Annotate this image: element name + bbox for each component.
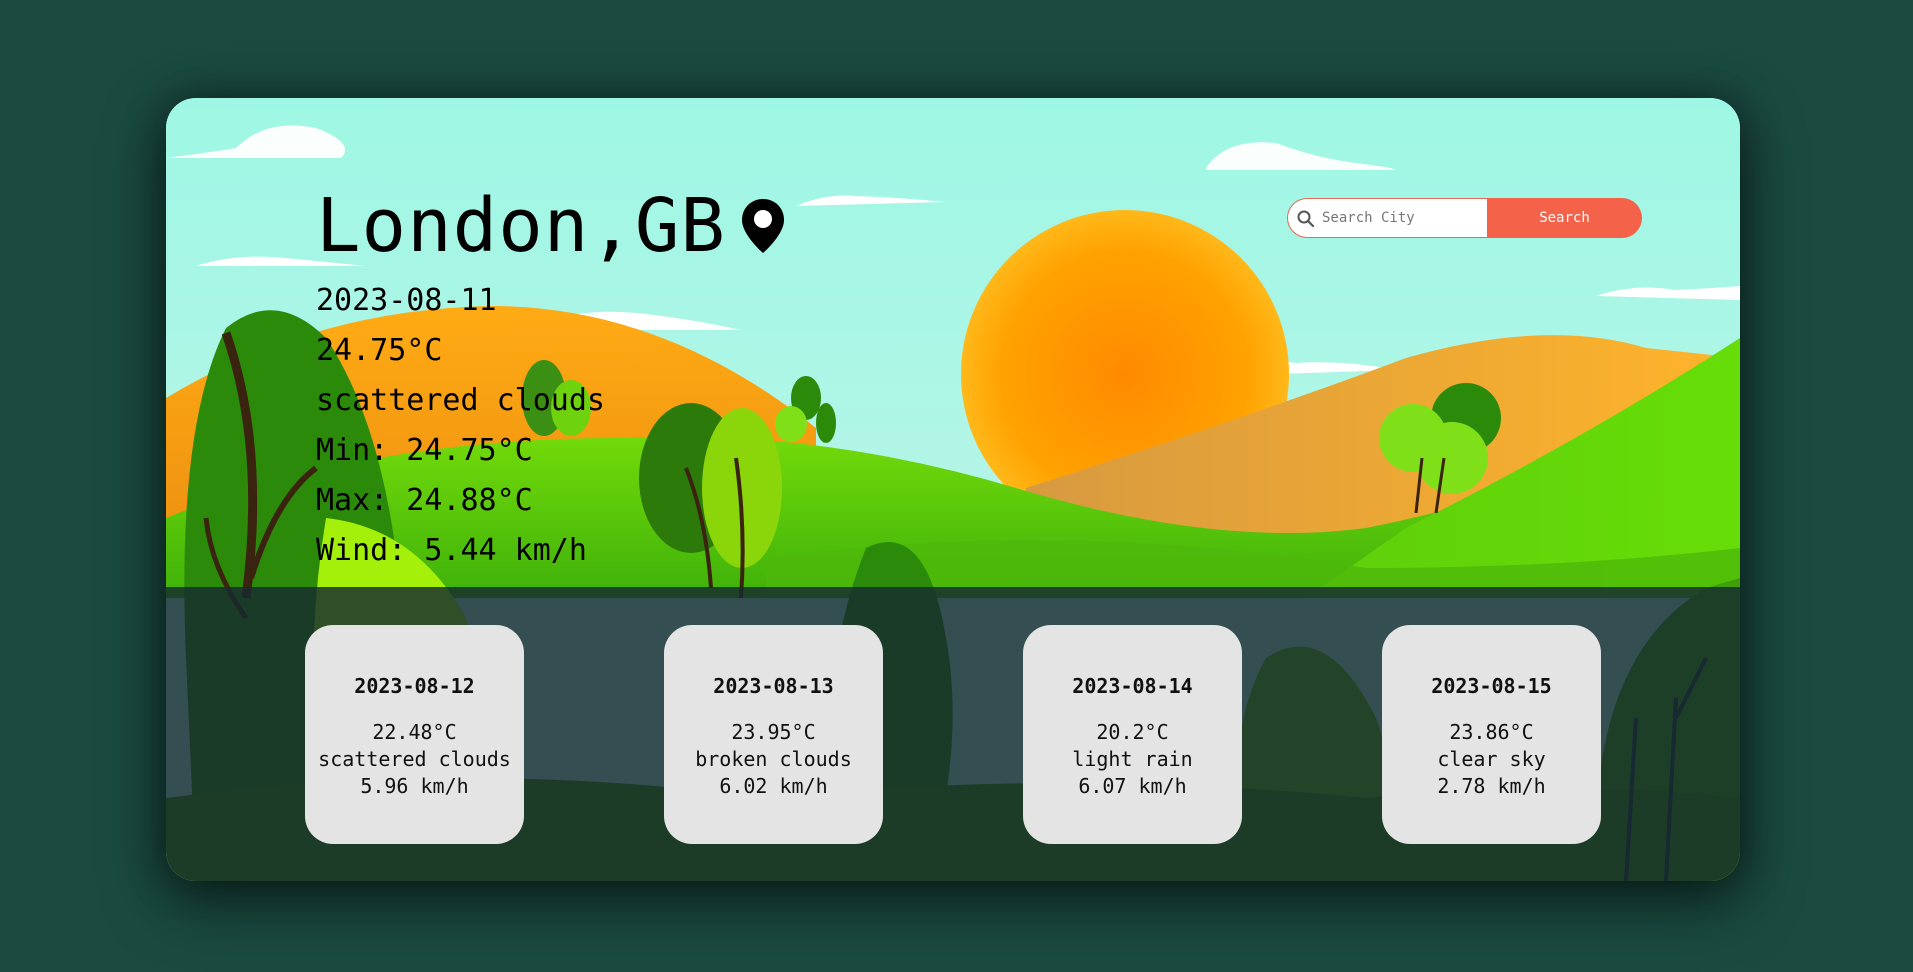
current-description: scattered clouds [316,383,605,418]
forecast-wind: 6.02 km/h [719,774,828,798]
forecast-card: 2023-08-12 22.48°C scattered clouds 5.96… [305,625,524,844]
forecast-card: 2023-08-15 23.86°C clear sky 2.78 km/h [1382,625,1601,844]
forecast-temperature: 23.86°C [1449,720,1534,744]
current-wind: Wind: 5.44 km/h [316,533,587,568]
forecast-date: 2023-08-12 [354,674,475,698]
location-pin-icon [742,199,784,253]
current-min-temperature: Min: 24.75°C [316,433,533,468]
forecast-description: scattered clouds [318,747,511,771]
forecast-date: 2023-08-14 [1072,674,1193,698]
forecast-date: 2023-08-13 [713,674,834,698]
search-city-input[interactable] [1322,199,1482,237]
city-title: London,GB [316,183,726,269]
search-form: Search [1287,198,1642,238]
search-field-wrapper[interactable] [1287,198,1487,238]
forecast-card: 2023-08-14 20.2°C light rain 6.07 km/h [1023,625,1242,844]
current-temperature: 24.75°C [316,333,443,368]
forecast-description: light rain [1072,747,1193,771]
forecast-temperature: 22.48°C [372,720,457,744]
forecast-date: 2023-08-15 [1431,674,1552,698]
forecast-wind: 6.07 km/h [1078,774,1187,798]
search-button[interactable]: Search [1487,198,1642,238]
forecast-temperature: 20.2°C [1096,720,1169,744]
current-date: 2023-08-11 [316,283,497,318]
forecast-description: clear sky [1437,747,1546,771]
forecast-temperature: 23.95°C [731,720,816,744]
forecast-description: broken clouds [695,747,852,771]
current-max-temperature: Max: 24.88°C [316,483,533,518]
forecast-wind: 2.78 km/h [1437,774,1546,798]
weather-app: London,GB 2023-08-11 24.75°C scattered c… [166,98,1740,881]
search-icon [1297,210,1315,228]
forecast-card: 2023-08-13 23.95°C broken clouds 6.02 km… [664,625,883,844]
forecast-wind: 5.96 km/h [360,774,469,798]
